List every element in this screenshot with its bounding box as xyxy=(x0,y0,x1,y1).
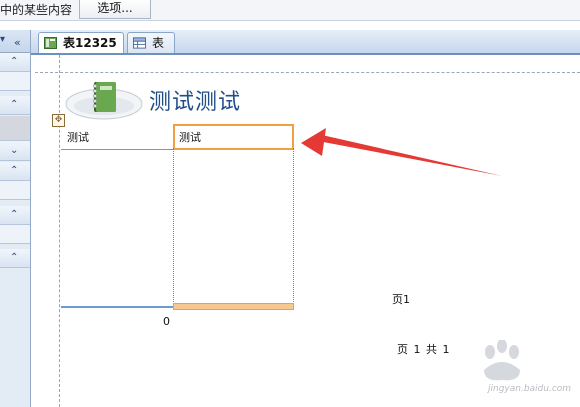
ribbon-bar: 中的某些内容 选项... xyxy=(0,0,580,21)
tab-table-2[interactable]: 表2 xyxy=(127,32,175,70)
header-underline xyxy=(61,149,173,150)
nav-group-3[interactable]: ⌄ xyxy=(0,142,30,161)
double-chevron-down-icon[interactable]: ⌄ xyxy=(10,143,18,159)
nav-group-1[interactable]: ⌃ xyxy=(0,53,30,72)
footer-total-value[interactable]: 0 xyxy=(163,315,170,328)
double-chevron-left-icon[interactable]: « xyxy=(14,36,21,49)
page-count-label[interactable]: 页 1 共 1 xyxy=(397,341,451,357)
watermark-text: jingyan.baidu.com xyxy=(488,384,572,394)
tab-label: 表12325 xyxy=(63,36,117,50)
double-chevron-up-icon[interactable]: ⌃ xyxy=(10,250,18,266)
nav-group-2[interactable]: ⌃ xyxy=(0,96,30,115)
table-icon xyxy=(133,37,146,49)
section-guide-vertical xyxy=(59,55,60,407)
tab-table-12325[interactable]: 表12325 xyxy=(38,32,124,53)
report-icon xyxy=(44,37,57,49)
double-chevron-up-icon[interactable]: ⌃ xyxy=(10,163,18,179)
page-number-label[interactable]: 页1 xyxy=(392,291,410,307)
nav-group-6[interactable]: ⌃ xyxy=(0,249,30,268)
column-selection-outline[interactable] xyxy=(173,148,294,308)
double-chevron-up-icon[interactable]: ⌃ xyxy=(10,207,18,223)
footer-rule xyxy=(61,306,173,308)
nav-item-1[interactable] xyxy=(0,72,30,91)
document-tab-strip: 表12325 表2 xyxy=(31,30,580,70)
baidu-watermark: jingyan.baidu.com xyxy=(470,339,572,400)
double-chevron-up-icon[interactable]: ⌃ xyxy=(10,97,18,113)
footer-total-control[interactable] xyxy=(173,303,294,310)
textbox-text: 测试 xyxy=(179,131,201,144)
nav-group-5[interactable]: ⌃ xyxy=(0,206,30,225)
field-label[interactable]: 测试 xyxy=(67,129,89,145)
options-button[interactable]: 选项... xyxy=(79,0,151,19)
paw-watermark-icon xyxy=(484,339,520,381)
nav-item-3[interactable] xyxy=(0,181,30,200)
nav-group-4[interactable]: ⌃ xyxy=(0,162,30,181)
nav-item-4[interactable] xyxy=(0,225,30,244)
report-logo-icon xyxy=(65,82,143,120)
layout-move-handle-icon[interactable]: ✥ xyxy=(52,114,65,127)
double-chevron-up-icon[interactable]: ⌃ xyxy=(10,54,18,70)
nav-item-selected[interactable] xyxy=(0,116,30,141)
navigation-pane: ▾ ⌃ ⌃ ⌄ ⌃ ⌃ ⌃ xyxy=(0,30,31,407)
ribbon-partial-text: 中的某些内容 xyxy=(0,3,73,17)
chevron-down-icon[interactable]: ▾ xyxy=(0,34,5,45)
report-title[interactable]: 测试测试 xyxy=(149,84,241,116)
section-guide-horizontal xyxy=(35,72,580,73)
selected-textbox-control[interactable]: 测试 xyxy=(173,124,294,150)
